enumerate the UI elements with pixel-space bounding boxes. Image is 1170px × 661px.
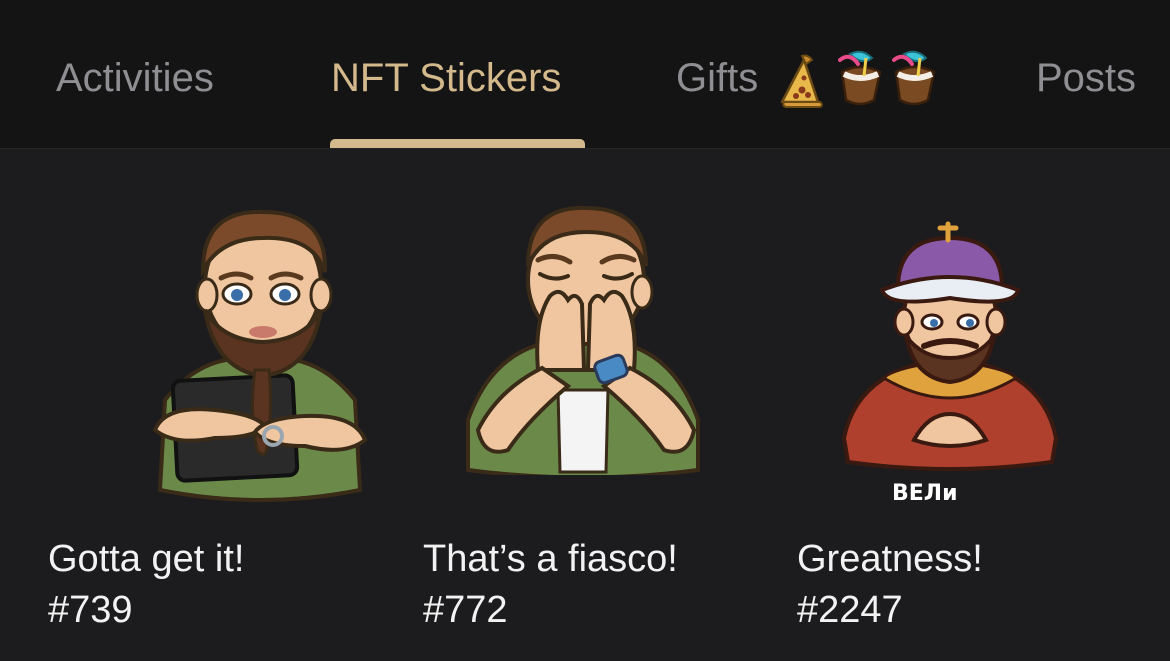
sticker-1-title: Gotta get it! <box>48 538 245 580</box>
pizza-slice-icon <box>780 54 823 108</box>
sticker-badge-text: ВЕЛи <box>892 481 957 506</box>
sticker-2-number: #772 <box>423 589 508 631</box>
nft-stickers-screen: Activities NFT Stickers Gifts Posts ВЕЛи… <box>0 0 1170 661</box>
tab-gifts[interactable]: Gifts <box>676 52 758 104</box>
bearded-king-sticker[interactable]: ВЕЛи <box>838 218 1062 510</box>
sticker-3-title: Greatness! <box>797 538 983 580</box>
tab-bar: Activities NFT Stickers Gifts Posts <box>0 0 1170 149</box>
tab-activities[interactable]: Activities <box>56 52 214 104</box>
sticker-1-number: #739 <box>48 589 133 631</box>
gift-icons <box>780 50 936 108</box>
tab-posts[interactable]: Posts <box>1036 52 1136 104</box>
sticker-3-number: #2247 <box>797 589 903 631</box>
sticker-2-title: That’s a fiasco! <box>423 538 678 580</box>
bearded-man-holding-tablet-sticker[interactable] <box>145 200 375 510</box>
bearded-man-facepalm-sticker[interactable] <box>458 200 708 475</box>
coconut-drink-icon <box>838 50 882 106</box>
tab-nft-stickers[interactable]: NFT Stickers <box>331 52 561 104</box>
active-tab-indicator <box>330 139 585 148</box>
coconut-drink-icon <box>892 50 936 106</box>
